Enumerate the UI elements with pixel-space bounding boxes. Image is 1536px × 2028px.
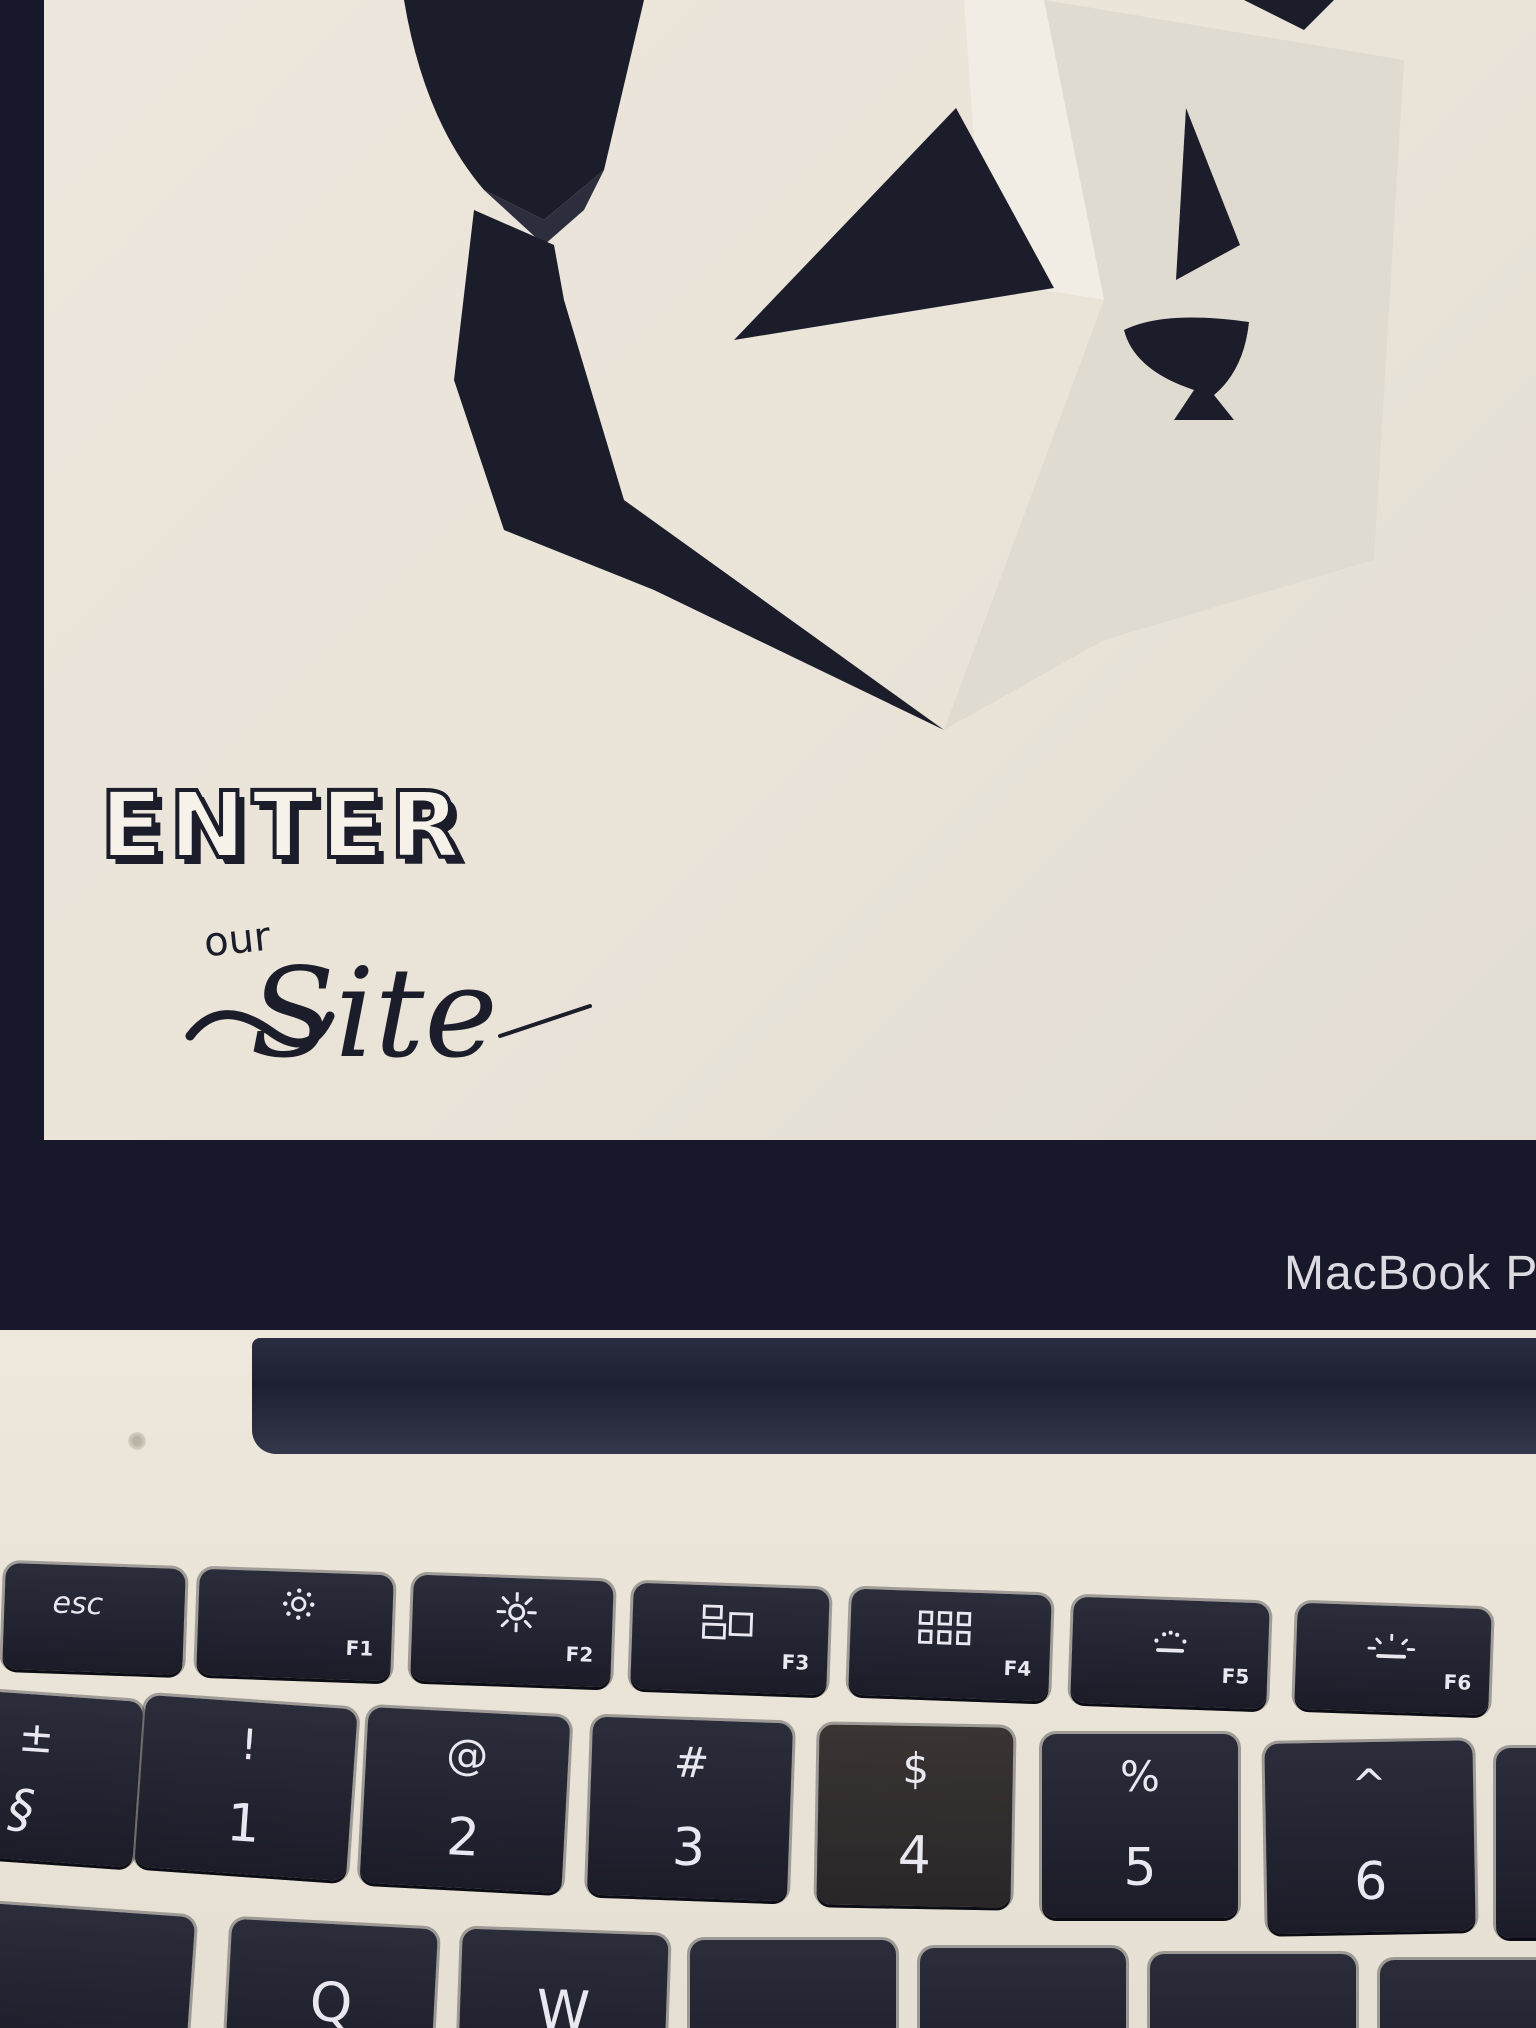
launchpad-icon (917, 1610, 972, 1646)
mission-control-icon (701, 1604, 754, 1640)
key-4-main: 4 (897, 1825, 932, 1887)
enter-heading: ENTER (98, 772, 467, 879)
key-section[interactable]: ± § (0, 1690, 144, 1868)
laptop-photo: ENTER our Site MacBook P esc F1 F2 F3 F4… (0, 0, 1536, 2028)
key-6-shift: ^ (1351, 1759, 1388, 1810)
brightness-down-icon (282, 1588, 315, 1620)
key-f3-label: F3 (781, 1649, 810, 1675)
key-1-main: 1 (224, 1792, 263, 1855)
key-3-main: 3 (671, 1817, 707, 1879)
key-3-shift: # (673, 1737, 711, 1788)
key-w[interactable]: W (457, 1928, 669, 2028)
key-f2[interactable]: F2 (410, 1574, 614, 1688)
key-5[interactable]: % 5 (1042, 1734, 1238, 1918)
key-w-label: W (535, 1978, 591, 2028)
key-section-shift: ± (17, 1711, 56, 1763)
key-2-shift: @ (445, 1728, 490, 1781)
key-r-partial[interactable] (920, 1948, 1126, 2028)
key-2[interactable]: @ 2 (359, 1706, 571, 1894)
panda-ear (404, 0, 644, 220)
macbook-brand-label: MacBook P (1284, 1247, 1536, 1300)
key-3[interactable]: # 3 (586, 1716, 794, 1902)
key-f6-label: F6 (1443, 1669, 1472, 1695)
key-f1[interactable]: F1 (196, 1568, 394, 1682)
key-4-shift: $ (902, 1743, 930, 1794)
display-bezel: ENTER our Site MacBook P (0, 0, 1536, 1330)
key-f4-label: F4 (1003, 1655, 1032, 1681)
key-f5[interactable]: F5 (1070, 1596, 1270, 1710)
website-screen: ENTER our Site (44, 0, 1536, 1140)
key-6[interactable]: ^ 6 (1264, 1740, 1476, 1934)
keyboard-light-up-icon (1367, 1633, 1416, 1659)
key-5-shift: % (1120, 1752, 1160, 1801)
key-esc-label: esc (51, 1585, 104, 1623)
key-e-partial[interactable] (690, 1940, 896, 2028)
panda-ear-right (1244, 0, 1334, 30)
key-2-main: 2 (444, 1807, 482, 1869)
key-f2-label: F2 (565, 1641, 594, 1667)
key-f6[interactable]: F6 (1294, 1602, 1492, 1716)
keyboard-light-down-icon (1154, 1630, 1187, 1653)
key-y-partial[interactable] (1380, 1960, 1536, 2028)
laptop-hinge (252, 1338, 1536, 1454)
key-q-label: Q (308, 1969, 354, 2028)
brightness-up-icon (496, 1591, 538, 1633)
enter-site-link[interactable]: ENTER our Site (98, 772, 592, 1120)
key-1[interactable]: ! 1 (134, 1694, 358, 1882)
key-6-main: 6 (1353, 1851, 1388, 1913)
key-q[interactable]: Q (223, 1918, 439, 2028)
key-f5-label: F5 (1221, 1663, 1250, 1689)
key-tab-partial[interactable] (0, 1902, 196, 2028)
key-esc[interactable]: esc (2, 1562, 186, 1676)
key-t-partial[interactable] (1150, 1954, 1356, 2028)
microphone-hole (128, 1432, 146, 1450)
key-f3[interactable]: F3 (630, 1582, 830, 1696)
key-section-main: § (5, 1778, 36, 1841)
key-5-main: 5 (1123, 1838, 1157, 1898)
key-1-shift: ! (238, 1719, 260, 1770)
site-script-text: Site (250, 942, 498, 1086)
key-f1-label: F1 (345, 1635, 374, 1661)
key-f4[interactable]: F4 (848, 1588, 1052, 1702)
key-7-partial[interactable] (1496, 1748, 1536, 1938)
key-4[interactable]: $ 4 (816, 1724, 1014, 1908)
